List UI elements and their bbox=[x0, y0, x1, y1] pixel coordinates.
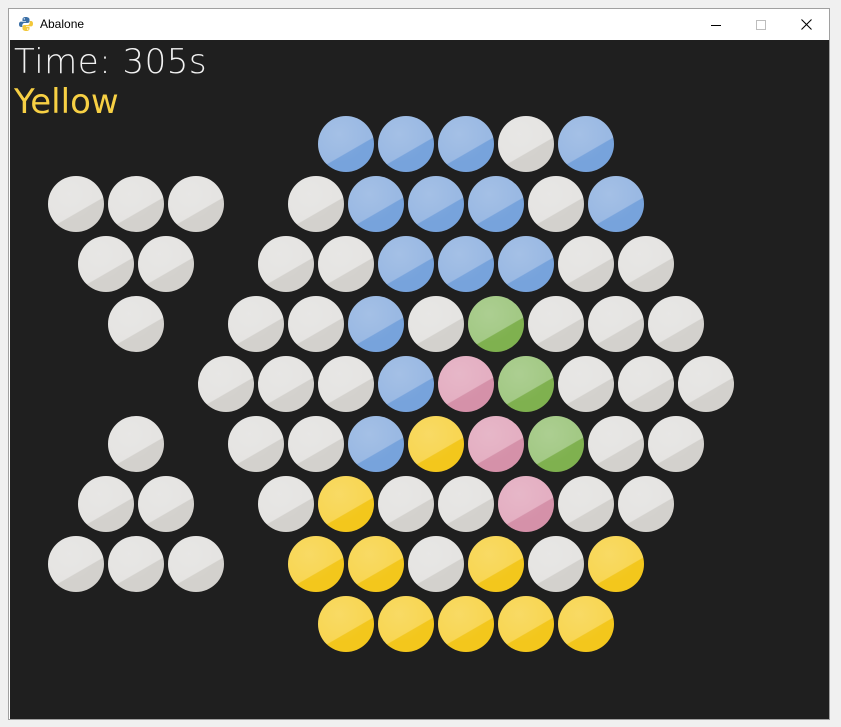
board-hole[interactable] bbox=[288, 176, 344, 232]
board-hole[interactable] bbox=[618, 476, 674, 532]
marble-pink[interactable] bbox=[498, 476, 554, 532]
title-bar[interactable]: Abalone bbox=[9, 9, 829, 40]
close-icon bbox=[801, 15, 812, 34]
board-hole[interactable] bbox=[408, 536, 464, 592]
marble-blue[interactable] bbox=[438, 116, 494, 172]
marble-yellow[interactable] bbox=[318, 476, 374, 532]
maximize-icon bbox=[755, 15, 766, 34]
captured-slot bbox=[168, 176, 224, 232]
python-snake-icon bbox=[18, 16, 34, 32]
marble-blue[interactable] bbox=[588, 176, 644, 232]
marble-blue[interactable] bbox=[378, 356, 434, 412]
marble-blue[interactable] bbox=[438, 236, 494, 292]
minimize-button[interactable] bbox=[693, 9, 738, 39]
captured-slot bbox=[168, 536, 224, 592]
marble-blue[interactable] bbox=[558, 116, 614, 172]
captured-slot bbox=[138, 476, 194, 532]
minimize-icon bbox=[710, 15, 721, 34]
board-hole[interactable] bbox=[588, 296, 644, 352]
marble-blue[interactable] bbox=[348, 176, 404, 232]
captured-slot bbox=[138, 236, 194, 292]
captured-slot bbox=[108, 536, 164, 592]
captured-slot bbox=[108, 296, 164, 352]
marble-green[interactable] bbox=[528, 416, 584, 472]
marble-blue[interactable] bbox=[408, 176, 464, 232]
board-hole[interactable] bbox=[528, 536, 584, 592]
marble-green[interactable] bbox=[468, 296, 524, 352]
marble-blue[interactable] bbox=[318, 116, 374, 172]
board-hole[interactable] bbox=[438, 476, 494, 532]
board-hole[interactable] bbox=[228, 296, 284, 352]
close-button[interactable] bbox=[784, 9, 829, 39]
board-hole[interactable] bbox=[258, 236, 314, 292]
captured-slot bbox=[78, 476, 134, 532]
window-title: Abalone bbox=[40, 17, 85, 31]
board-hole[interactable] bbox=[408, 296, 464, 352]
board-hole[interactable] bbox=[558, 236, 614, 292]
marble-yellow[interactable] bbox=[558, 596, 614, 652]
marble-yellow[interactable] bbox=[348, 536, 404, 592]
board-hole[interactable] bbox=[198, 356, 254, 412]
board-hole[interactable] bbox=[228, 416, 284, 472]
board-hole[interactable] bbox=[558, 356, 614, 412]
board-hole[interactable] bbox=[258, 356, 314, 412]
board-hole[interactable] bbox=[558, 476, 614, 532]
maximize-button[interactable] bbox=[738, 9, 783, 39]
marble-blue[interactable] bbox=[468, 176, 524, 232]
board-hole[interactable] bbox=[618, 356, 674, 412]
board-hole[interactable] bbox=[648, 296, 704, 352]
app-window: Abalone Time: 305s Yellow bbox=[8, 8, 830, 720]
board-hole[interactable] bbox=[618, 236, 674, 292]
captured-slot bbox=[48, 536, 104, 592]
timer-text: Time: 305s bbox=[14, 42, 208, 82]
captured-slot bbox=[108, 176, 164, 232]
marble-yellow[interactable] bbox=[498, 596, 554, 652]
marble-yellow[interactable] bbox=[408, 416, 464, 472]
board-hole[interactable] bbox=[678, 356, 734, 412]
marble-yellow[interactable] bbox=[468, 536, 524, 592]
board-hole[interactable] bbox=[498, 116, 554, 172]
board-hole[interactable] bbox=[528, 176, 584, 232]
captured-slot bbox=[108, 416, 164, 472]
current-player-label: Yellow bbox=[14, 82, 119, 122]
board-hole[interactable] bbox=[318, 236, 374, 292]
marble-blue[interactable] bbox=[348, 296, 404, 352]
board-hole[interactable] bbox=[258, 476, 314, 532]
marble-blue[interactable] bbox=[378, 116, 434, 172]
board-hole[interactable] bbox=[528, 296, 584, 352]
marble-yellow[interactable] bbox=[438, 596, 494, 652]
marble-yellow[interactable] bbox=[588, 536, 644, 592]
board-hole[interactable] bbox=[588, 416, 644, 472]
marble-yellow[interactable] bbox=[318, 596, 374, 652]
captured-slot bbox=[78, 236, 134, 292]
marble-green[interactable] bbox=[498, 356, 554, 412]
captured-slot bbox=[48, 176, 104, 232]
marble-blue[interactable] bbox=[378, 236, 434, 292]
board-hole[interactable] bbox=[318, 356, 374, 412]
marble-yellow[interactable] bbox=[288, 536, 344, 592]
marble-yellow[interactable] bbox=[378, 596, 434, 652]
board-hole[interactable] bbox=[288, 296, 344, 352]
board-hole[interactable] bbox=[378, 476, 434, 532]
marble-blue[interactable] bbox=[498, 236, 554, 292]
marble-pink[interactable] bbox=[438, 356, 494, 412]
board-hole[interactable] bbox=[648, 416, 704, 472]
board-hole[interactable] bbox=[288, 416, 344, 472]
game-canvas[interactable]: Time: 305s Yellow bbox=[10, 40, 829, 719]
marble-blue[interactable] bbox=[348, 416, 404, 472]
marble-pink[interactable] bbox=[468, 416, 524, 472]
